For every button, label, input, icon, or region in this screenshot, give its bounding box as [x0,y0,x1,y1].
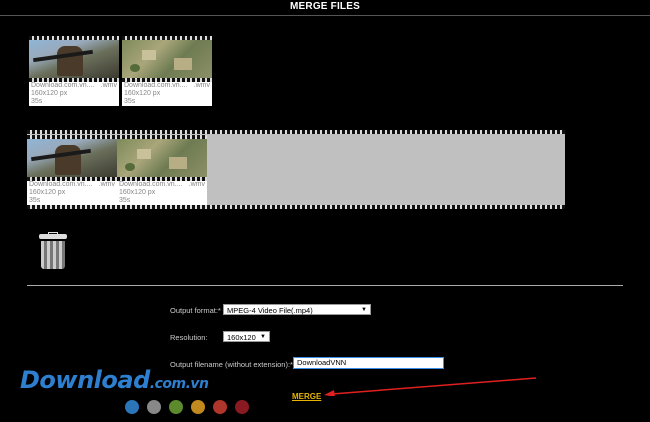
video-thumbnail [117,135,207,181]
file-name: Download.com.vn.... [31,82,95,89]
file-ext: .wmv [100,82,117,89]
video-thumbnail [29,36,119,82]
output-format-value: MPEG-4 Video File(.mp4) [227,306,313,315]
file-duration: 35s [29,197,41,204]
file-duration: 35s [119,197,131,204]
dropdown-arrow-icon: ▼ [361,307,367,313]
timeline-file-card[interactable]: Download.com.vn.... .wmv 160x120 px 35s [117,135,207,205]
file-dimensions: 160x120 px [124,90,161,97]
divider [27,285,623,286]
download-logo: Download.com.vn [20,366,209,394]
file-ext: .wmv [98,181,115,188]
file-name: Download.com.vn.... [29,181,93,188]
file-ext: .wmv [193,82,210,89]
source-file-card[interactable]: Download.com.vn.... .wmv 160x120 px 35s [122,36,212,106]
logo-brand: Download [20,366,150,394]
file-dimensions: 160x120 px [29,189,66,196]
filename-input[interactable]: DownloadVNN [293,357,444,369]
merge-button[interactable]: MERGE [292,392,321,401]
logo-dot [169,400,183,414]
output-format-select[interactable]: MPEG-4 Video File(.mp4) ▼ [223,304,371,315]
logo-tld: .com.vn [149,376,209,392]
logo-dot [235,400,249,414]
output-format-label: Output format:* [170,306,221,315]
annotation-arrow-icon [324,377,536,396]
video-thumbnail [122,36,212,82]
file-duration: 35s [124,98,136,105]
resolution-value: 160x120 [227,333,256,342]
file-dimensions: 160x120 px [119,189,156,196]
trash-icon[interactable] [37,232,69,270]
file-dimensions: 160x120 px [31,90,68,97]
timeline-file-card[interactable]: Download.com.vn.... .wmv 160x120 px 35s [27,135,117,205]
logo-dot [125,400,139,414]
file-name: Download.com.vn.... [119,181,183,188]
resolution-label: Resolution: [170,333,208,342]
logo-dot [191,400,205,414]
file-duration: 35s [31,98,43,105]
page-title: MERGE FILES [0,0,650,16]
video-thumbnail [27,135,117,181]
source-file-card[interactable]: Download.com.vn.... .wmv 160x120 px 35s [29,36,119,106]
logo-dot [213,400,227,414]
resolution-select[interactable]: 160x120 ▼ [223,331,270,342]
logo-dot [147,400,161,414]
dropdown-arrow-icon: ▼ [260,334,266,340]
file-name: Download.com.vn.... [124,82,188,89]
file-ext: .wmv [188,181,205,188]
